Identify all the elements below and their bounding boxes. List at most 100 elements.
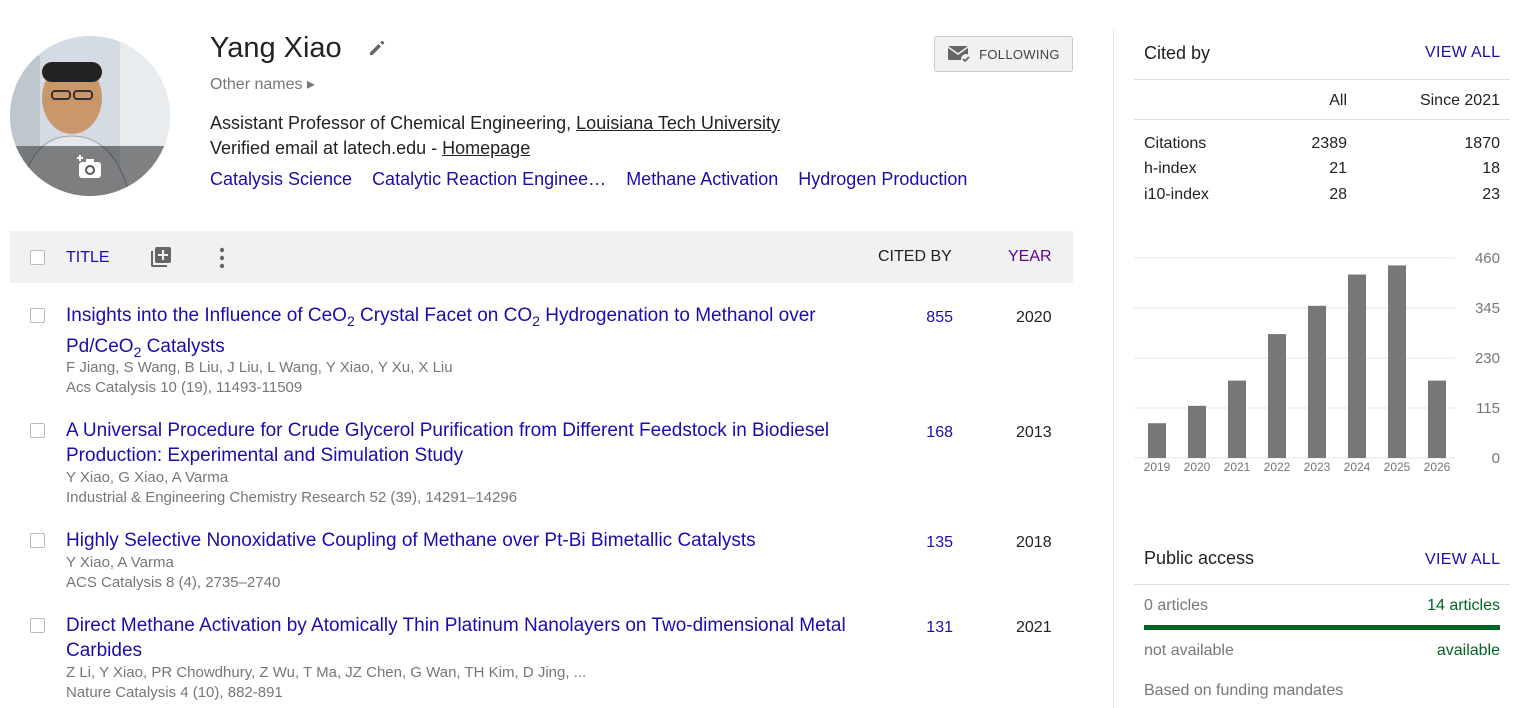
cited-by-count[interactable]: 135: [915, 534, 953, 552]
y-tick-label: 345: [1475, 300, 1500, 317]
divider: [1134, 79, 1510, 80]
profile-name: Yang Xiao: [210, 32, 342, 64]
chart-bar-2021[interactable]: [1228, 380, 1246, 458]
citations-chart: 460 345 230 115 0 2019 2020 2021 2022 2023 2024 202…: [1134, 250, 1500, 474]
affiliation: Assistant Professor of Chemical Engineer…: [210, 113, 780, 134]
row-checkbox[interactable]: [30, 308, 45, 323]
article-title-link[interactable]: Highly Selective Nonoxidative Coupling o…: [66, 528, 866, 553]
homepage-link[interactable]: Homepage: [442, 138, 530, 158]
x-tick-label: 2022: [1264, 460, 1291, 474]
cited-by-count[interactable]: 131: [915, 619, 953, 637]
chart-bar-2026[interactable]: [1428, 380, 1446, 458]
article-venue: ACS Catalysis 8 (4), 2735–2740: [66, 574, 281, 591]
col-since-header: Since 2021: [1419, 92, 1500, 109]
article-title-link[interactable]: Direct Methane Activation by Atomically …: [66, 613, 866, 663]
chart-bar-2019[interactable]: [1148, 423, 1166, 458]
chart-bar-2020[interactable]: [1188, 405, 1206, 458]
sort-by-title[interactable]: TITLE: [66, 249, 110, 267]
interest-link[interactable]: Methane Activation: [626, 169, 778, 189]
cited-by-view-all[interactable]: VIEW ALL: [1425, 44, 1500, 62]
cited-by-count[interactable]: 855: [915, 309, 953, 327]
camera-icon[interactable]: [76, 154, 104, 180]
article-venue: Industrial & Engineering Chemistry Resea…: [66, 489, 518, 506]
row-checkbox[interactable]: [30, 423, 45, 438]
divider: [1134, 584, 1510, 585]
stat-label: Citations: [1144, 135, 1207, 152]
article-row: Highly Selective Nonoxidative Coupling o…: [10, 530, 1073, 594]
funding-mandates-note: Based on funding mandates: [1144, 682, 1344, 699]
public-access-heading: Public access: [1144, 548, 1255, 568]
sidebar-divider: [1113, 30, 1114, 708]
select-all-checkbox[interactable]: [30, 250, 45, 265]
article-row: A Universal Procedure for Crude Glycerol…: [10, 420, 1073, 508]
article-year: 2021: [1016, 619, 1052, 636]
row-checkbox[interactable]: [30, 533, 45, 548]
available-count[interactable]: 14 articles: [1400, 597, 1500, 615]
stat-label: i10-index: [1144, 186, 1209, 203]
not-available-count[interactable]: 0 articles: [1144, 597, 1208, 615]
x-tick-label: 2026: [1424, 460, 1451, 474]
cited-by-count[interactable]: 168: [915, 424, 953, 442]
article-title-link[interactable]: A Universal Procedure for Crude Glycerol…: [66, 418, 866, 468]
mail-check-icon: [947, 46, 972, 64]
article-authors: Y Xiao, G Xiao, A Varma: [66, 469, 229, 486]
article-year: 2018: [1016, 534, 1052, 551]
chart-bar-2022[interactable]: [1268, 334, 1286, 458]
x-tick-label: 2024: [1344, 460, 1371, 474]
available-label: available: [1436, 642, 1500, 659]
more-options-icon[interactable]: [218, 246, 226, 270]
edit-icon[interactable]: [367, 38, 387, 58]
stat-since: 23: [1482, 186, 1500, 203]
public-access-bar-fill: [1144, 625, 1500, 630]
chart-bar-2025[interactable]: [1388, 265, 1406, 458]
verified-email: Verified email at latech.edu - Homepage: [210, 138, 530, 159]
affiliation-text: Assistant Professor of Chemical Engineer…: [210, 113, 577, 133]
add-article-icon[interactable]: [149, 245, 173, 269]
sort-by-cited[interactable]: CITED BY: [878, 248, 952, 266]
row-checkbox[interactable]: [30, 618, 45, 633]
sort-by-year[interactable]: YEAR: [1008, 248, 1052, 266]
email-text: Verified email at latech.edu -: [210, 138, 443, 158]
x-tick-label: 2023: [1304, 460, 1331, 474]
article-year: 2013: [1016, 424, 1052, 441]
y-tick-label: 230: [1475, 350, 1500, 367]
affiliation-link[interactable]: Louisiana Tech University: [576, 113, 780, 133]
interest-link[interactable]: Catalytic Reaction Enginee…: [372, 169, 606, 189]
article-venue: Nature Catalysis 4 (10), 882-891: [66, 684, 283, 701]
stat-all: 21: [1329, 160, 1347, 177]
article-authors: Y Xiao, A Varma: [66, 554, 174, 571]
public-access-bar: [1144, 625, 1500, 630]
interest-link[interactable]: Hydrogen Production: [798, 169, 967, 189]
chart-bar-2024[interactable]: [1348, 274, 1366, 458]
research-interests: Catalysis Science Catalytic Reaction Engi…: [210, 169, 987, 190]
profile-photo[interactable]: [10, 36, 170, 196]
y-tick-label: 460: [1475, 250, 1500, 267]
col-all-header: All: [1329, 92, 1347, 109]
following-label: FOLLOWING: [979, 46, 1060, 62]
stat-all: 28: [1329, 186, 1347, 203]
not-available-label: not available: [1144, 642, 1234, 659]
public-access-view-all[interactable]: VIEW ALL: [1425, 551, 1500, 569]
x-tick-label: 2019: [1144, 460, 1171, 474]
x-tick-label: 2025: [1384, 460, 1411, 474]
interest-link[interactable]: Catalysis Science: [210, 169, 352, 189]
stat-since: 18: [1482, 160, 1500, 177]
stat-label: h-index: [1144, 160, 1197, 177]
article-authors: Z Li, Y Xiao, PR Chowdhury, Z Wu, T Ma, …: [66, 664, 587, 681]
x-tick-label: 2021: [1224, 460, 1251, 474]
divider: [1134, 119, 1510, 120]
stat-since: 1870: [1464, 135, 1500, 152]
other-names-toggle[interactable]: Other names ▸: [210, 74, 315, 94]
y-tick-label: 115: [1476, 400, 1500, 417]
following-button[interactable]: FOLLOWING: [934, 36, 1073, 72]
article-title-link[interactable]: Insights into the Influence of CeO2 Crys…: [66, 303, 866, 365]
article-authors: F Jiang, S Wang, B Liu, J Liu, L Wang, Y…: [66, 359, 453, 376]
article-venue: Acs Catalysis 10 (19), 11493-11509: [66, 379, 303, 396]
article-year: 2020: [1016, 309, 1052, 326]
x-tick-label: 2020: [1184, 460, 1211, 474]
chart-bar-2023[interactable]: [1308, 305, 1326, 458]
y-tick-label: 0: [1492, 450, 1500, 467]
stat-all: 2389: [1311, 135, 1347, 152]
article-row: Direct Methane Activation by Atomically …: [10, 615, 1073, 705]
article-row: Insights into the Influence of CeO2 Crys…: [10, 305, 1073, 399]
